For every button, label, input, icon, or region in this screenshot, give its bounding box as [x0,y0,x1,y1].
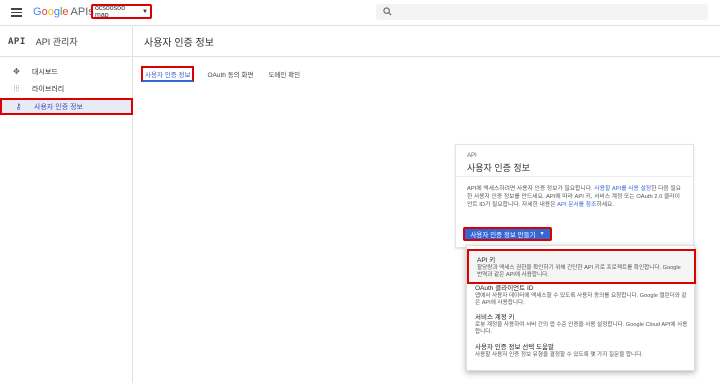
enable-api-link[interactable]: 사용할 API를 사용 설정 [594,186,651,192]
create-credentials-button[interactable]: 사용자 인증 정보 만들기 ▼ [463,227,552,241]
sidebar-header: API API 관리자 [0,27,132,57]
create-credentials-dropdown: API 키 할당량과 액세스 권한을 확인하기 위해 간단한 API 키로 프로… [466,245,696,371]
key-icon: ⚷ [15,102,22,111]
menu-item-service-account-key[interactable]: 서비스 계정 키 로봇 계정을 사용하여 서버 간의 앱 수준 인증을 사용 설… [467,308,696,339]
card-header: API 사용자 인증 정보 [456,145,693,177]
sidebar-item-dashboard[interactable]: ✥ 대시보드 [0,63,133,80]
top-bar: Google APIs ocsoosoo map ▼ [0,0,720,26]
menu-item-oauth-client-id[interactable]: OAuth 클라이언트 ID 앱에서 사용자 데이터에 액세스할 수 있도록 사… [467,279,696,310]
chevron-down-icon: ▼ [142,8,148,15]
google-apis-logo[interactable]: Google APIs [33,6,94,18]
sidebar-item-label: 대시보드 [32,68,58,76]
tab-oauth-consent[interactable]: OAuth 동의 화면 [205,68,255,80]
tab-domain-verification[interactable]: 도메인 확인 [266,68,302,80]
tab-credentials[interactable]: 사용자 인증 정보 [141,66,195,82]
sidebar-item-credentials[interactable]: ⚷ 사용자 인증 정보 [0,98,133,115]
chevron-down-icon: ▼ [539,231,545,237]
menu-item-help-me-choose[interactable]: 사용자 인증 정보 선택 도움말 사용할 사용자 인증 정보 유형을 결정할 수… [467,338,696,362]
sidebar-title: API 관리자 [35,37,78,47]
page-title: 사용자 인증 정보 [133,27,720,57]
project-name: ocsoosoo map [95,4,125,19]
project-selector[interactable]: ocsoosoo map ▼ [91,4,152,19]
card-subtitle: API [467,153,477,159]
search-icon [383,7,392,16]
dashboard-icon: ✥ [13,67,20,76]
sidebar-item-label: 사용자 인증 정보 [34,103,83,111]
api-logo-icon: API [8,36,26,47]
api-docs-link[interactable]: API 문서를 참조 [557,202,596,208]
sidebar: API API 관리자 ✥ 대시보드 ⦙⦙⦙ 라이브러리 ⚷ 사용자 인증 정보 [0,27,133,383]
hamburger-menu-icon[interactable] [11,8,22,17]
sidebar-item-library[interactable]: ⦙⦙⦙ 라이브러리 [0,80,133,97]
tab-bar: 사용자 인증 정보 OAuth 동의 화면 도메인 확인 [141,66,302,82]
card-description: API에 액세스하려면 사용자 인증 정보가 필요합니다. 사용할 API를 사… [467,186,682,208]
library-icon: ⦙⦙⦙ [13,83,20,93]
sidebar-item-label: 라이브러리 [32,85,65,93]
card-title: 사용자 인증 정보 [467,163,530,173]
search-input[interactable] [376,4,708,20]
